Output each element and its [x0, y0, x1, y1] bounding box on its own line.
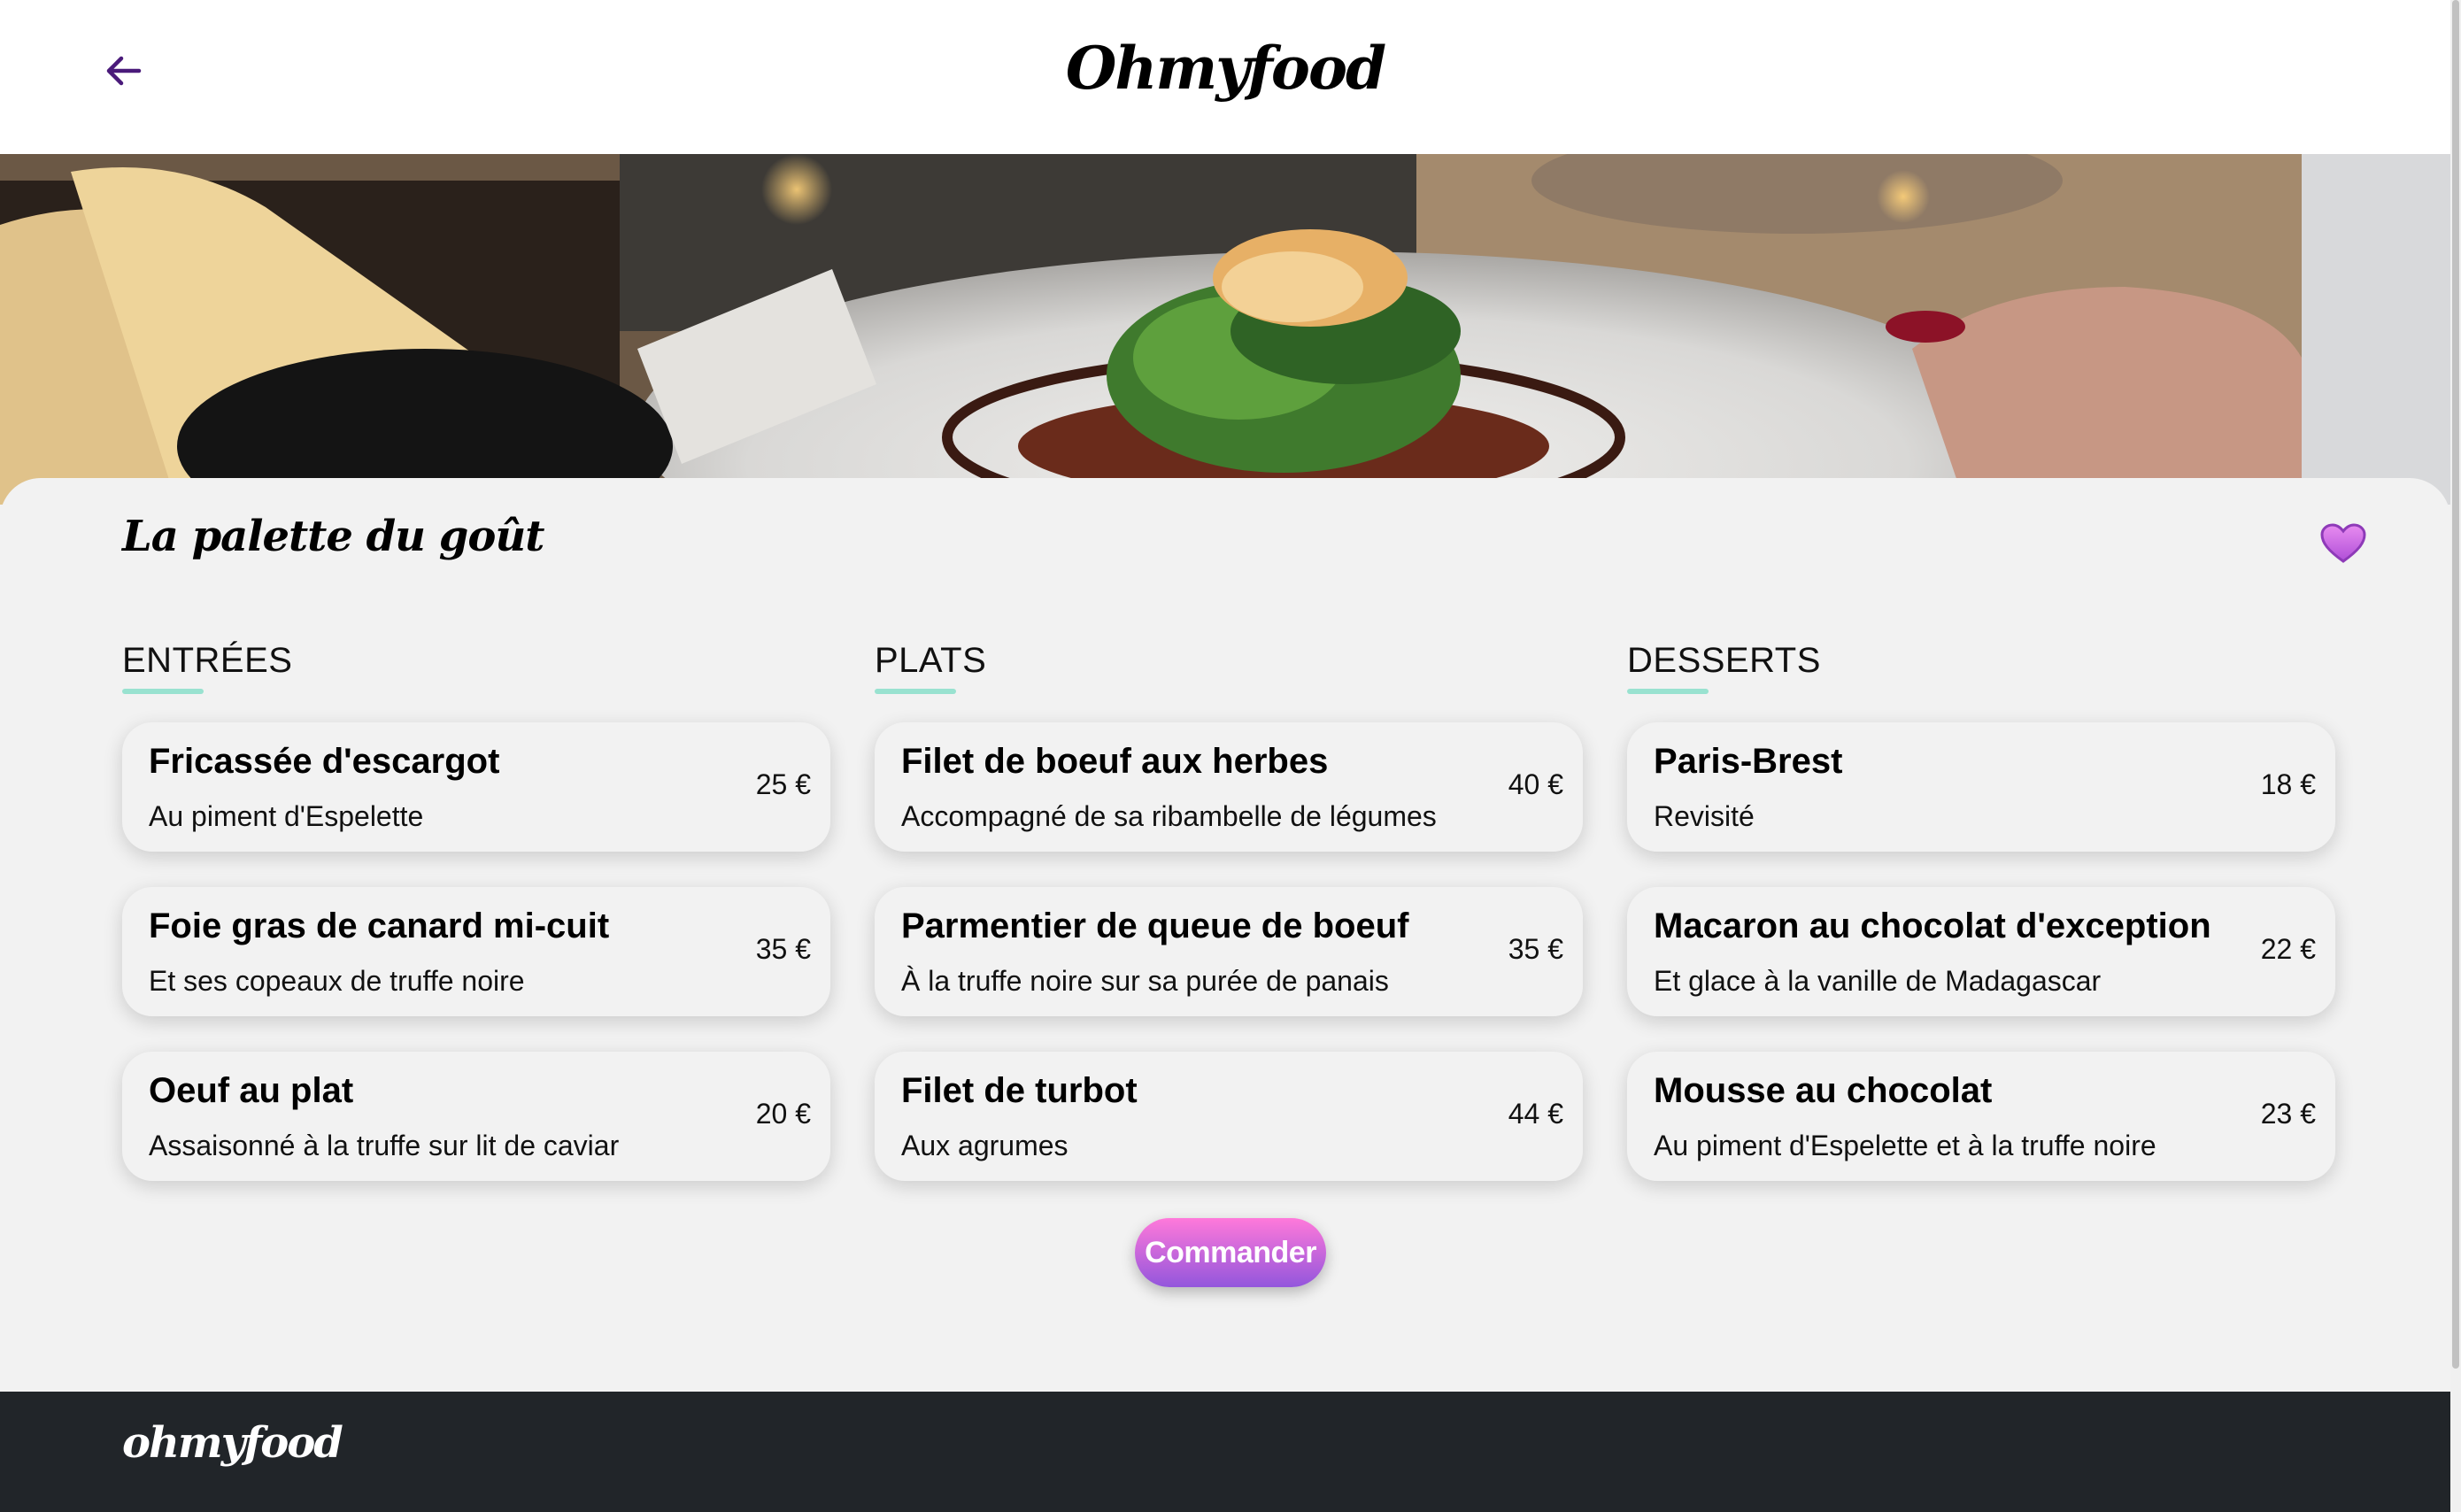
dish-price: 23 € — [2260, 1098, 2316, 1130]
section-underline — [875, 689, 956, 694]
hero-image — [0, 154, 2450, 505]
dish-card[interactable]: Fricassée d'escargot Au piment d'Espelet… — [122, 722, 830, 852]
dish-card[interactable]: Oeuf au plat Assaisonné à la truffe sur … — [122, 1052, 830, 1181]
dish-price: 22 € — [2260, 933, 2316, 965]
footer-logo[interactable]: ohmyfood — [122, 1418, 343, 1468]
restaurant-name: La palette du goût — [122, 512, 544, 561]
heart-icon — [2320, 523, 2366, 563]
dish-description: Au piment d'Espelette et à la truffe noi… — [1654, 1130, 2156, 1161]
section-title: ENTRÉES — [122, 641, 293, 680]
dish-card[interactable]: Paris-Brest Revisité 18 € — [1627, 722, 2335, 852]
menu-section-entrees: ENTRÉES Fricassée d'escargot Au piment d… — [122, 641, 830, 1181]
dish-description: À la truffe noire sur sa purée de panais — [901, 965, 1389, 997]
dish-price: 35 € — [755, 933, 811, 965]
dish-description: Et ses copeaux de truffe noire — [149, 965, 525, 997]
site-logo[interactable]: Ohmyfood — [0, 34, 2450, 103]
order-button[interactable]: Commander — [1135, 1218, 1326, 1287]
dish-price: 18 € — [2260, 768, 2316, 800]
dish-description: Assaisonné à la truffe sur lit de caviar — [149, 1130, 620, 1161]
dish-description: Et glace à la vanille de Madagascar — [1654, 965, 2102, 997]
dish-name: Paris-Brest — [1654, 742, 1843, 781]
dish-price: 44 € — [1508, 1098, 1563, 1130]
section-underline — [122, 689, 204, 694]
dish-description: Accompagné de sa ribambelle de légumes — [901, 800, 1437, 832]
dish-description: Aux agrumes — [901, 1130, 1068, 1161]
dish-price: 35 € — [1508, 933, 1563, 965]
dish-description: Revisité — [1654, 800, 1755, 832]
dish-name: Oeuf au plat — [149, 1071, 354, 1110]
dish-name: Parmentier de queue de boeuf — [901, 906, 1409, 945]
dish-name: Fricassée d'escargot — [149, 742, 500, 781]
restaurant-menu-card: La palette du goût ENTRÉES Fricassée d'e… — [0, 478, 2450, 1392]
section-title: PLATS — [875, 641, 987, 680]
dish-name: Mousse au chocolat — [1654, 1071, 1993, 1110]
dish-card[interactable]: Filet de turbot Aux agrumes 44 € — [875, 1052, 1583, 1181]
dish-card[interactable]: Parmentier de queue de boeuf À la truffe… — [875, 887, 1583, 1016]
dish-card[interactable]: Foie gras de canard mi-cuit Et ses copea… — [122, 887, 830, 1016]
dish-card[interactable]: Filet de boeuf aux herbes Accompagné de … — [875, 722, 1583, 852]
dish-price: 40 € — [1508, 768, 1563, 800]
scrollbar-thumb[interactable] — [2452, 0, 2459, 1369]
favorite-button[interactable] — [2319, 522, 2367, 565]
dish-card[interactable]: Macaron au chocolat d'exception Et glace… — [1627, 887, 2335, 1016]
site-footer: ohmyfood — [0, 1392, 2450, 1512]
dish-price: 20 € — [755, 1098, 811, 1130]
dish-name: Filet de boeuf aux herbes — [901, 742, 1329, 781]
dish-name: Foie gras de canard mi-cuit — [149, 906, 610, 945]
dish-name: Filet de turbot — [901, 1071, 1138, 1110]
dish-card[interactable]: Mousse au chocolat Au piment d'Espelette… — [1627, 1052, 2335, 1181]
site-header: Ohmyfood — [0, 0, 2450, 154]
dish-name: Macaron au chocolat d'exception — [1654, 906, 2211, 945]
menu-section-plats: PLATS Filet de boeuf aux herbes Accompag… — [875, 641, 1583, 1181]
menu-section-desserts: DESSERTS Paris-Brest Revisité 18 € Macar… — [1627, 641, 2335, 1181]
dish-description: Au piment d'Espelette — [149, 800, 424, 832]
section-underline — [1627, 689, 1709, 694]
dish-price: 25 € — [755, 768, 811, 800]
section-title: DESSERTS — [1627, 641, 1821, 680]
